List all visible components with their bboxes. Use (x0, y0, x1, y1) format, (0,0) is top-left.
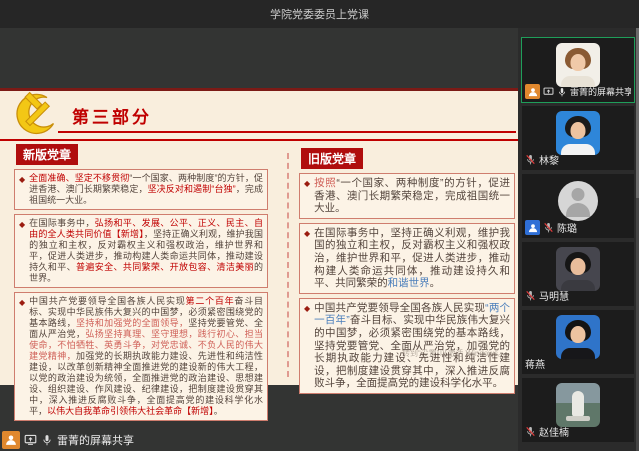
meeting-title: 学院党委委员上党课 (270, 6, 369, 22)
bullet-text: 中国共产党要领导全国各族人民实现“两个一百年”奋斗目标、实现中华民族伟大复兴的中… (314, 302, 510, 390)
bullet-text: 按照“一个国家、两种制度”的方针，促进香港、澳门长期繁荣稳定，完成祖国统一大业。 (314, 177, 510, 215)
avatar (556, 383, 600, 427)
avatar (556, 111, 600, 155)
bullet-text: 在国际事务中，弘扬和平、发展、公平、正义、民主、自由的全人类共同价值【新增】，坚… (29, 218, 263, 284)
party-emblem-icon (8, 91, 60, 143)
bullet-box: ◆ 在国际事务中，弘扬和平、发展、公平、正义、民主、自由的全人类共同价值【新增】… (14, 214, 268, 288)
new-constitution-header: 新版党章 (16, 144, 78, 165)
shared-screen-slide: 第三部分 新版党章 ◆ 全面准确、坚定不移贯彻“一个国家、两种制度”的方针，促进… (0, 88, 518, 385)
old-constitution-header: 旧版党章 (301, 148, 363, 169)
bullet-text: 中国共产党要领导全国各族人民实现第二个百年奋斗目标、实现中华民族伟大复兴的中国梦… (29, 296, 263, 417)
bullet-box: ◆ 中国共产党要领导全国各族人民实现“两个一百年”奋斗目标、实现中华民族伟大复兴… (299, 298, 515, 394)
mic-on-icon (557, 87, 567, 97)
avatar (556, 247, 600, 291)
meeting-window: 学院党委委员上党课 第三部分 新版党章 ◆ 全面准确、坚定不移贯彻“一个国家、两… (0, 0, 639, 451)
muted-mic-icon (525, 154, 536, 165)
bullet-text: 在国际事务中，坚持正确义利观，维护我国的独立和主权，反对霸权主义和强权政治，维护… (314, 227, 510, 290)
person-badge-icon (525, 220, 540, 235)
old-constitution-column: 旧版党章 ◆ 按照“一个国家、两种制度”的方针，促进香港、澳门长期繁荣稳定，完成… (299, 148, 515, 398)
participant-name: 雷菁的屏幕共享 (570, 85, 631, 98)
slide-title: 第三部分 (72, 103, 152, 128)
bullet-text: 全面准确、坚定不移贯彻“一个国家、两种制度”的方针，促进香港、澳门长期繁荣稳定，… (29, 173, 263, 206)
muted-mic-icon (543, 222, 554, 233)
bullet-box: ◆ 在国际事务中，坚持正确义利观，维护我国的独立和主权，反对霸权主义和强权政治，… (299, 223, 515, 294)
participant-name: 马明慧 (539, 288, 569, 303)
diamond-bullet-icon: ◆ (304, 177, 310, 215)
window-titlebar: 学院党委委员上党课 (0, 0, 639, 28)
diamond-bullet-icon: ◆ (19, 218, 25, 284)
new-constitution-column: 新版党章 ◆ 全面准确、坚定不移贯彻“一个国家、两种制度”的方针，促进香港、澳门… (14, 144, 268, 425)
avatar (556, 315, 600, 359)
participant-tile-chenlu[interactable]: 陈璐 (522, 174, 634, 238)
screen-share-icon (543, 86, 554, 97)
muted-mic-icon (525, 290, 536, 301)
participant-tile-maminghui[interactable]: 马明慧 (522, 242, 634, 306)
sharer-name-label: 雷菁的屏幕共享 (57, 432, 134, 448)
participant-name: 蒋燕 (525, 356, 545, 371)
presenter-badge-icon (2, 431, 20, 449)
bullet-box: ◆ 全面准确、坚定不移贯彻“一个国家、两种制度”的方针，促进香港、澳门长期繁荣稳… (14, 169, 268, 210)
participant-tile-zhaojianan[interactable]: 赵佳楠 (522, 378, 634, 442)
avatar (556, 179, 600, 223)
muted-mic-icon (525, 426, 536, 437)
participant-name: 林黎 (539, 152, 559, 167)
diamond-bullet-icon: ◆ (304, 302, 310, 390)
bullet-box: ◆ 按照“一个国家、两种制度”的方针，促进香港、澳门长期繁荣稳定，完成祖国统一大… (299, 173, 515, 219)
diamond-bullet-icon: ◆ (19, 173, 25, 206)
mic-on-icon (41, 434, 53, 446)
participant-tile-leijing[interactable]: 雷菁的屏幕共享 (522, 38, 634, 102)
activate-windows-watermark: 转到“设置”以激活 Windows。 (402, 348, 506, 359)
participant-tile-jiangyan[interactable]: 蒋燕 (522, 310, 634, 374)
participant-name: 陈璐 (557, 220, 577, 235)
title-underline (58, 131, 516, 133)
title-underline-2 (0, 139, 518, 141)
avatar (556, 43, 600, 87)
screen-share-indicator: 雷菁的屏幕共享 (2, 430, 134, 449)
diamond-bullet-icon: ◆ (19, 296, 25, 417)
presenter-badge-icon (525, 84, 540, 99)
participant-tile-linli[interactable]: 林黎 (522, 106, 634, 170)
diamond-bullet-icon: ◆ (304, 227, 310, 290)
column-divider (287, 153, 289, 377)
participants-sidebar: 雷菁的屏幕共享 林黎 陈璐 (518, 28, 639, 451)
screen-share-icon (24, 433, 37, 446)
bullet-box: ◆ 中国共产党要领导全国各族人民实现第二个百年奋斗目标、实现中华民族伟大复兴的中… (14, 292, 268, 421)
participant-name: 赵佳楠 (539, 424, 569, 439)
